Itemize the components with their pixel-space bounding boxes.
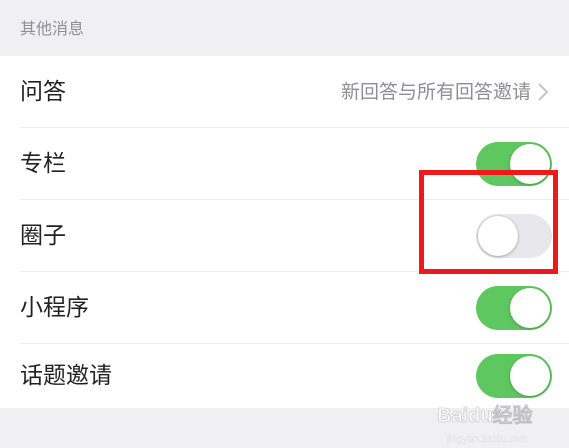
baidu-jingyan-watermark-url: jingyan.baidu.com (447, 434, 528, 444)
row-label-mini-program: 小程序 (20, 295, 89, 321)
annotation-highlight-box (419, 170, 558, 274)
row-value-qa: 新回答与所有回答邀请 (340, 81, 531, 103)
watermark-url: jingyan.baidu.com (447, 434, 528, 444)
toggle-knob (510, 356, 550, 396)
section-title: 其他消息 (20, 19, 85, 38)
row-label-circle: 圈子 (20, 223, 66, 249)
row-label-column: 专栏 (20, 151, 66, 177)
toggle-topic-invite[interactable] (476, 354, 552, 398)
row-topic-invite: 话题邀请 (0, 344, 569, 408)
toggle-mini-program[interactable] (476, 286, 552, 330)
chevron-right-icon (538, 83, 549, 101)
row-qa[interactable]: 问答 新回答与所有回答邀请 (0, 56, 569, 128)
watermark-text: Baidu经验 (437, 403, 533, 427)
toggle-knob (510, 288, 550, 328)
row-label-topic-invite: 话题邀请 (20, 363, 112, 389)
section-header-other-messages: 其他消息 (0, 0, 569, 56)
baidu-jingyan-watermark-logo: Baidu经验 (437, 403, 533, 428)
row-mini-program: 小程序 (0, 272, 569, 344)
row-label-qa: 问答 (20, 79, 66, 105)
